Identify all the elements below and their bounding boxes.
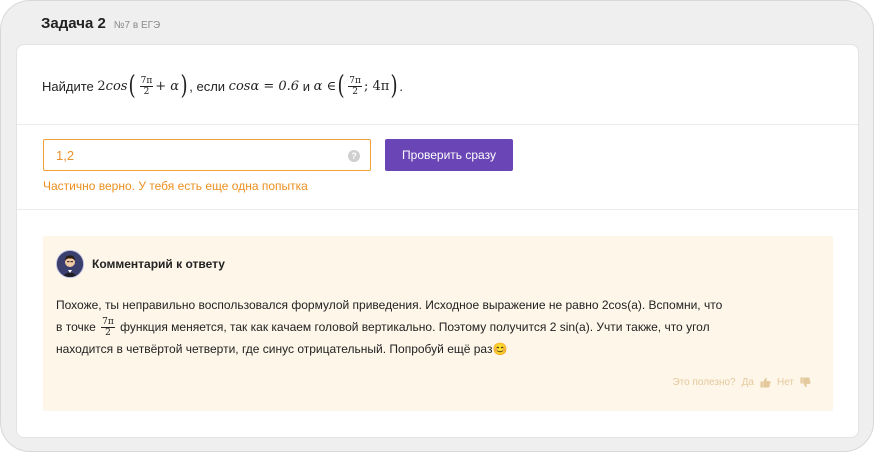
task-card: Найдите 2 cos ( 7π 2 + α ) , если cosα =… [16, 44, 859, 438]
thumbs-up-icon[interactable] [760, 377, 771, 388]
answer-comment: Комментарий к ответу Похоже, ты неправил… [43, 236, 833, 411]
feedback-yes-label[interactable]: Да [742, 377, 754, 388]
comment-line: находится в четвёртой четверти, где сину… [56, 342, 508, 357]
comment-header: Комментарий к ответу [56, 250, 225, 278]
task-exam-number: №7 в ЕГЭ [113, 20, 161, 31]
smile-emoji: 😊 [492, 342, 508, 357]
comment-line: в точке 7π 2 функция меняется, так как к… [56, 317, 710, 339]
plus-alpha: + α [155, 78, 180, 94]
answer-value[interactable]: 1,2 [56, 148, 74, 163]
task-title: Задача 2 [41, 15, 106, 32]
feedback-bar: Это полезно? Да Нет [672, 377, 811, 388]
fraction-7pi-2-interval: 7π 2 [348, 75, 362, 97]
avatar [56, 250, 84, 278]
alpha-in: α ∈ [313, 78, 337, 94]
task-container: Задача 2 №7 в ЕГЭ Найдите 2 cos ( 7π 2 +… [0, 0, 874, 452]
feedback-no-label[interactable]: Нет [777, 377, 794, 388]
comment-fraction: 7π 2 [101, 317, 115, 339]
question-middle: , если [189, 78, 226, 94]
question-prefix: Найдите [42, 78, 94, 94]
help-icon[interactable]: ? [348, 150, 360, 162]
expr-func: cos [105, 78, 128, 94]
avatar-icon [57, 251, 83, 277]
condition: cosα = 0.6 [228, 78, 300, 94]
check-answer-button[interactable]: Проверить сразу [385, 139, 513, 171]
task-header: Задача 2 №7 в ЕГЭ [41, 15, 160, 35]
divider [17, 124, 858, 125]
question-end: . [399, 78, 404, 94]
feedback-question: Это полезно? [672, 377, 736, 388]
comment-line: Похоже, ты неправильно воспользовался фо… [56, 298, 723, 312]
question-text: Найдите 2 cos ( 7π 2 + α ) , если cosα =… [42, 71, 404, 101]
fraction-7pi-2: 7π 2 [139, 75, 154, 97]
comment-title: Комментарий к ответу [92, 257, 225, 271]
divider [17, 209, 858, 210]
and-text: и [302, 78, 310, 94]
expr-coef: 2 [97, 78, 106, 94]
answer-input[interactable]: 1,2 ? [43, 139, 371, 171]
comment-body: Похоже, ты неправильно воспользовался фо… [56, 294, 821, 360]
answer-status: Частично верно. У тебя есть еще одна поп… [43, 179, 308, 193]
interval-rest: ; 4π [363, 78, 390, 94]
thumbs-down-icon[interactable] [800, 377, 811, 388]
